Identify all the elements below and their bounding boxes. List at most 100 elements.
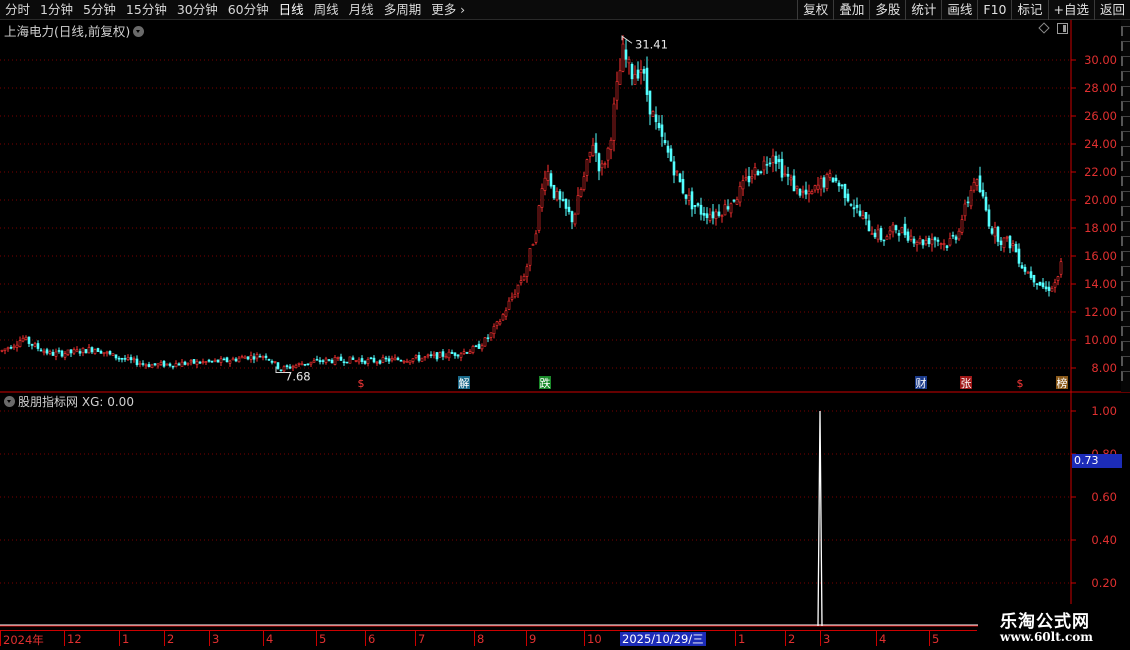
event-marker: $ — [358, 377, 365, 390]
price-axis-label: 14.00 — [1084, 277, 1117, 291]
candle-body — [927, 237, 931, 245]
candle-body — [81, 347, 85, 353]
indicator-name: 股朋指标网 — [18, 395, 79, 409]
side-strip-glyph — [1121, 176, 1130, 186]
candle-body — [1047, 286, 1051, 291]
date-axis-label: 3 — [823, 632, 831, 646]
chart-canvas[interactable]: 30.0028.0026.0024.0022.0020.0018.0016.00… — [0, 0, 1130, 650]
chart-title[interactable]: 上海电力(日线,前复权) — [4, 21, 145, 40]
candle-body — [708, 214, 712, 221]
candle-body — [363, 360, 367, 364]
candle-body — [420, 357, 424, 362]
candle-body — [366, 359, 370, 364]
indicator-series-label: XG — [81, 395, 100, 409]
side-strip-glyph — [1121, 191, 1130, 201]
candle-body — [1002, 237, 1006, 248]
candle-body — [339, 356, 343, 361]
candle-body — [447, 351, 451, 359]
candle-body — [933, 237, 937, 241]
candle-body — [78, 351, 82, 354]
candle-body — [819, 178, 823, 190]
candle-body — [573, 213, 577, 225]
candle-body — [537, 205, 541, 231]
chevron-down-icon[interactable] — [4, 396, 15, 407]
candle-body — [375, 361, 379, 364]
candle-body — [159, 362, 163, 365]
date-axis-label: 2024年 — [3, 633, 44, 647]
date-tick — [584, 631, 585, 646]
side-strip-glyph — [1121, 206, 1130, 216]
candle-body — [501, 314, 505, 321]
candle-body — [786, 173, 790, 177]
candle-body — [774, 155, 778, 164]
candle-body — [324, 358, 328, 363]
candle-body — [657, 122, 661, 129]
candle-body — [825, 173, 829, 189]
candle-body — [807, 190, 811, 195]
date-tick — [263, 631, 264, 646]
chevron-down-icon[interactable] — [133, 26, 145, 37]
candle-body — [843, 183, 847, 199]
candle-body — [246, 356, 250, 360]
candle-body — [18, 340, 22, 347]
candle-body — [102, 352, 106, 354]
candle-body — [378, 360, 382, 364]
candle-body — [771, 155, 775, 163]
date-axis-label: 2 — [788, 632, 796, 646]
candle-body — [864, 212, 868, 219]
candle-body — [432, 353, 436, 356]
candle-body — [726, 206, 730, 210]
candle-body — [1029, 271, 1033, 278]
panel-toggle-icon[interactable] — [1057, 23, 1068, 34]
candle-body — [624, 49, 628, 60]
date-axis-label: 12 — [67, 632, 82, 646]
indicator-title[interactable]: 股朋指标网 XG: 0.00 — [4, 393, 134, 410]
indicator-axis-label: 0.20 — [1091, 576, 1117, 590]
candle-body — [627, 59, 631, 64]
candle-body — [636, 69, 640, 79]
candle-body — [216, 359, 220, 363]
candle-body — [273, 360, 277, 363]
candle-body — [126, 357, 130, 360]
candle-body — [156, 363, 160, 367]
candle-body — [222, 358, 226, 361]
candle-body — [183, 361, 187, 365]
candle-body — [732, 199, 736, 202]
candle-body — [912, 238, 916, 244]
event-marker: 财 — [916, 376, 927, 390]
candle-body — [402, 360, 406, 363]
candle-body — [672, 161, 676, 176]
candle-body — [303, 363, 307, 366]
candle-body — [243, 356, 247, 359]
candle-body — [423, 356, 427, 359]
candle-body — [408, 360, 412, 364]
candle-body — [552, 184, 556, 199]
date-axis-label: 9 — [529, 632, 537, 646]
candle-body — [621, 43, 625, 72]
date-tick — [316, 631, 317, 646]
candle-body — [135, 358, 139, 366]
candle-body — [180, 361, 184, 367]
event-marker: 张 — [961, 377, 972, 390]
candle-body — [486, 337, 490, 340]
candle-body — [15, 344, 19, 348]
candle-body — [810, 191, 814, 194]
candle-body — [510, 296, 514, 300]
date-tick — [64, 631, 65, 646]
candle-body — [705, 213, 709, 219]
candle-body — [237, 357, 241, 363]
candle-body — [783, 173, 787, 176]
side-info-strip — [1121, 20, 1130, 392]
candle-body — [66, 349, 70, 355]
candle-body — [684, 194, 688, 199]
candle-body — [426, 354, 430, 357]
candle-body — [894, 225, 898, 231]
candle-body — [360, 358, 364, 362]
candle-body — [534, 233, 538, 243]
event-marker: $ — [1017, 377, 1024, 390]
candle-body — [735, 199, 739, 205]
candle-body — [717, 211, 721, 216]
side-strip-glyph — [1121, 356, 1130, 366]
watermark-url: www.60lt.com — [1000, 630, 1093, 644]
candle-body — [414, 355, 418, 358]
